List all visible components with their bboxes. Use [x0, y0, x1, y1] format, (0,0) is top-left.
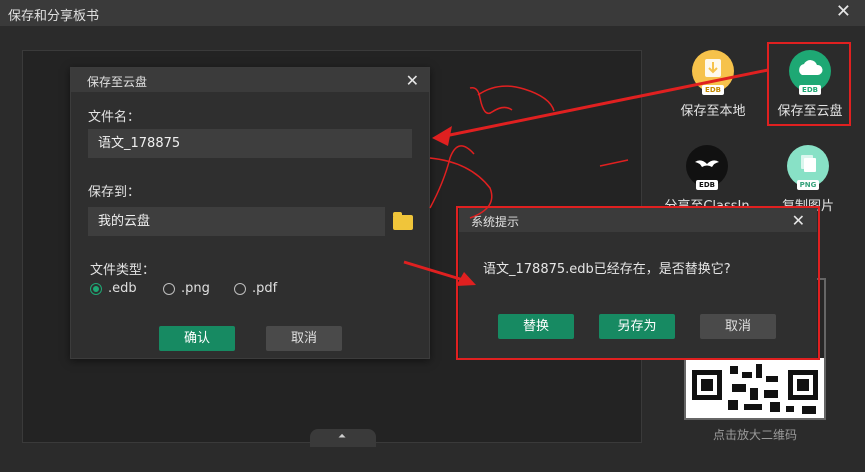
type-radio-edb[interactable]: .edb: [90, 281, 137, 296]
classin-logo-icon: EDB: [686, 145, 728, 190]
edb-badge: EDB: [702, 85, 724, 95]
cancel-button[interactable]: 取消: [266, 326, 342, 351]
chevron-up-icon: ⏶: [338, 431, 346, 442]
type-radio-pdf[interactable]: .pdf: [234, 281, 277, 296]
copy-image-button[interactable]: PNG 复制图片: [758, 145, 858, 214]
window-title: 保存和分享板书: [8, 9, 100, 24]
filename-input[interactable]: 语文_178875: [88, 129, 412, 158]
copy-image-icon: PNG: [787, 145, 829, 190]
save-dialog-title: 保存至云盘: [87, 75, 148, 89]
canvas-expand-handle[interactable]: ⏶: [310, 429, 376, 447]
filetype-label: 文件类型：: [90, 263, 156, 278]
radio-icon: [163, 282, 175, 295]
window-close-icon[interactable]: ✕: [836, 3, 851, 21]
radio-icon: [234, 282, 246, 295]
confirm-button[interactable]: 确认: [159, 326, 235, 351]
share-classin-button[interactable]: EDB 分享至ClassIn: [657, 145, 757, 214]
type-radio-png[interactable]: .png: [163, 281, 210, 296]
png-badge: PNG: [797, 180, 819, 190]
type-label-pdf: .pdf: [252, 281, 278, 296]
type-label-edb: .edb: [108, 281, 137, 296]
save-local-label: 保存至本地: [680, 104, 746, 119]
alert-cancel-button[interactable]: 取消: [700, 314, 776, 339]
close-icon[interactable]: ✕: [792, 211, 805, 230]
save-as-button[interactable]: 另存为: [599, 314, 675, 339]
alert-header: 系统提示 ✕: [459, 208, 817, 232]
cloud-selection-highlight: [767, 42, 851, 126]
window-titlebar: 保存和分享板书 ✕: [0, 0, 865, 26]
save-dialog-header: 保存至云盘 ✕: [71, 68, 429, 92]
radio-checked-icon: [90, 282, 102, 295]
saveto-label: 保存到：: [88, 185, 141, 200]
alert-title: 系统提示: [471, 215, 520, 229]
alert-message: 语文_178875.edb已经存在，是否替换它?: [483, 262, 731, 277]
replace-button[interactable]: 替换: [498, 314, 574, 339]
edb-badge: EDB: [696, 180, 718, 190]
system-alert-dialog: 系统提示 ✕ 语文_178875.edb已经存在，是否替换它? 替换 另存为 取…: [459, 208, 817, 358]
qr-enlarge-label: 点击放大二维码: [712, 428, 797, 442]
save-cloud-dialog: 保存至云盘 ✕ 文件名： 语文_178875 保存到： 我的云盘 文件类型： .…: [70, 67, 430, 359]
folder-icon[interactable]: [393, 212, 413, 230]
filename-label: 文件名：: [88, 110, 141, 125]
saveto-input[interactable]: 我的云盘: [88, 207, 385, 236]
save-local-button[interactable]: EDB 保存至本地: [663, 50, 763, 119]
edb-file-icon: EDB: [692, 50, 734, 95]
type-label-png: .png: [181, 281, 210, 296]
close-icon[interactable]: ✕: [406, 71, 419, 90]
